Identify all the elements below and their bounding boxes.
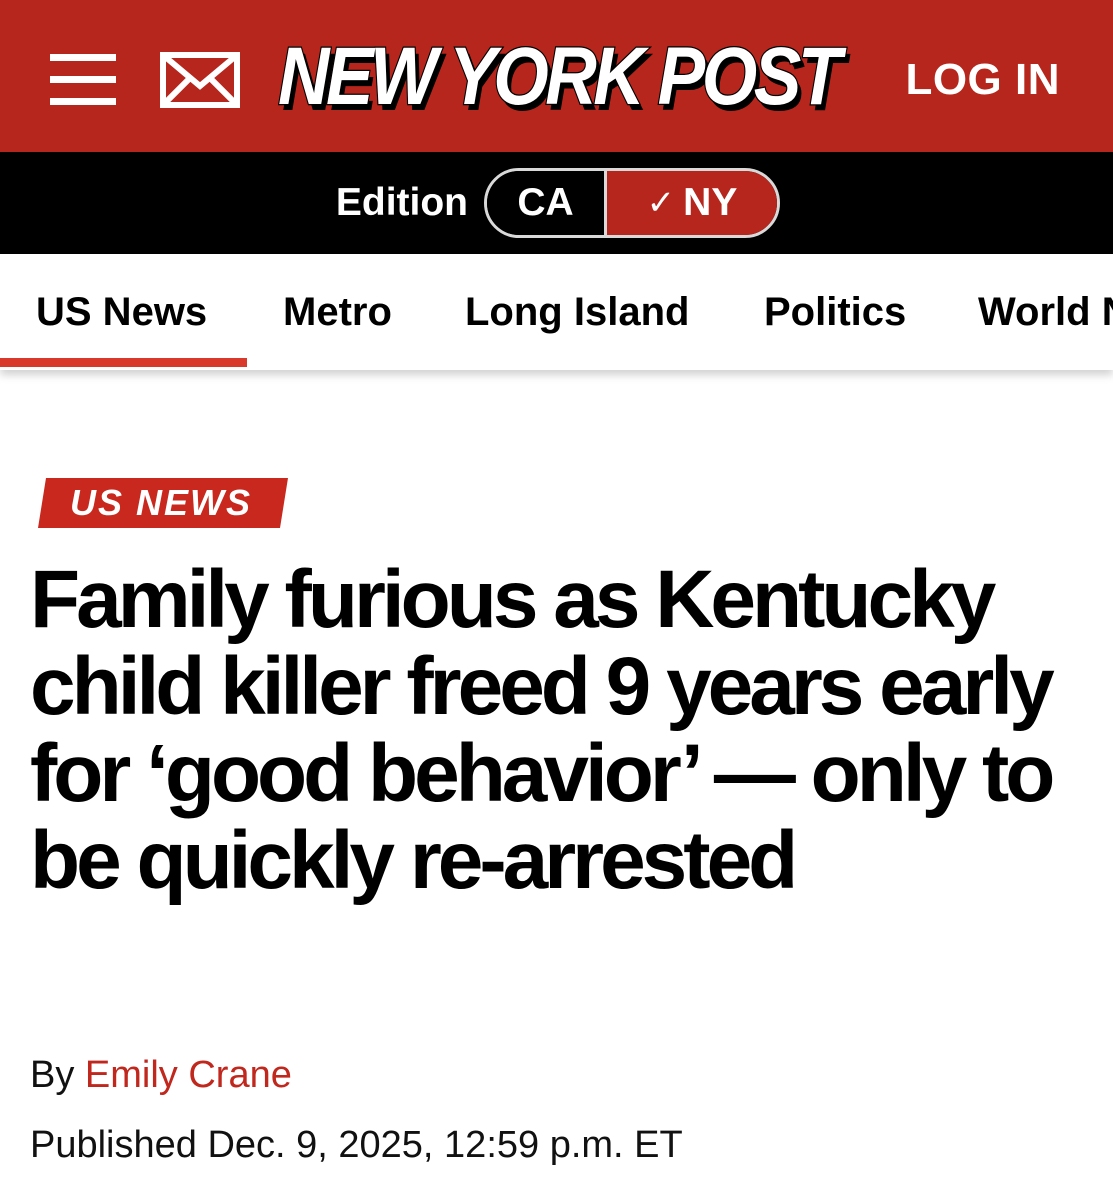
byline-prefix: By: [30, 1054, 75, 1096]
edition-option-ny-label: NY: [683, 181, 738, 224]
published-date: Published Dec. 9, 2025, 12:59 p.m. ET: [30, 1124, 683, 1166]
new-york-post-logo[interactable]: NEW YORK POST NEW YORK POST: [268, 26, 868, 126]
nav-item-metro[interactable]: Metro: [283, 288, 392, 336]
section-tag[interactable]: US NEWS: [38, 478, 288, 528]
nav-item-world-news[interactable]: World News: [978, 288, 1113, 336]
edition-option-ca-label: CA: [517, 181, 574, 224]
section-nav: US News Metro Long Island Politics World…: [0, 254, 1113, 370]
edition-label: Edition: [335, 181, 468, 224]
edition-toggle: CA ✓ NY: [484, 168, 780, 238]
checkmark-icon: ✓: [646, 184, 676, 222]
envelope-icon[interactable]: [160, 52, 240, 108]
edition-option-ny[interactable]: ✓ NY: [607, 171, 777, 235]
edition-option-ca[interactable]: CA: [487, 171, 607, 235]
site-header: NEW YORK POST NEW YORK POST LOG IN: [0, 0, 1113, 152]
login-button[interactable]: LOG IN: [905, 52, 1060, 108]
nav-item-politics[interactable]: Politics: [764, 288, 906, 336]
edition-bar: Edition CA ✓ NY: [0, 152, 1113, 254]
svg-text:NEW YORK POST: NEW YORK POST: [278, 31, 847, 122]
nav-item-long-island[interactable]: Long Island: [465, 288, 689, 336]
byline: By Emily Crane: [30, 1052, 292, 1098]
nav-item-us-news[interactable]: US News: [36, 288, 207, 336]
author-link[interactable]: Emily Crane: [85, 1054, 292, 1096]
active-tab-indicator: [0, 358, 247, 367]
hamburger-menu-icon[interactable]: [50, 54, 116, 106]
article-headline: Family furious as Kentucky child killer …: [30, 554, 1055, 906]
section-tag-label: US NEWS: [70, 482, 253, 523]
